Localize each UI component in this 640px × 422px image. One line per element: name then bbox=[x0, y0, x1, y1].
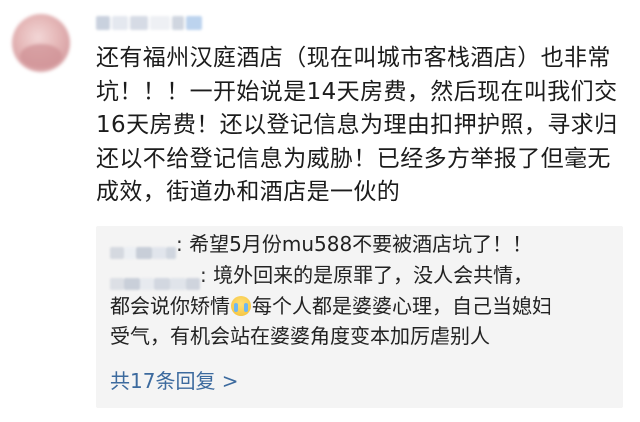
reply-text: 希望5月份mu588不要被酒店坑了！！ bbox=[189, 232, 533, 256]
reply-colon: : bbox=[176, 232, 190, 256]
reply-colon: : bbox=[200, 263, 214, 287]
reply-item[interactable]: : 希望5月份mu588不要被酒店坑了！！ bbox=[110, 229, 612, 260]
reply-username-blurred[interactable] bbox=[110, 268, 200, 290]
crying-face-emoji-icon bbox=[231, 295, 251, 316]
username-blurred[interactable] bbox=[96, 14, 206, 32]
replies-box: : 希望5月份mu588不要被酒店坑了！！ : 境外回来的是原罪了，没人会共情，… bbox=[96, 226, 623, 408]
reply-username-blurred[interactable] bbox=[110, 237, 176, 259]
reply-item[interactable]: : 境外回来的是原罪了，没人会共情， 都会说你矫情 每个人都是婆婆心理，自己当媳妇… bbox=[110, 260, 612, 352]
avatar[interactable] bbox=[12, 14, 70, 72]
view-more-replies-link[interactable]: 共17条回复 > bbox=[110, 366, 239, 396]
comment-text: 还有福州汉庭酒店（现在叫城市客栈酒店）也非常 坑！！！一开始说是14天房费，然后… bbox=[96, 45, 618, 205]
